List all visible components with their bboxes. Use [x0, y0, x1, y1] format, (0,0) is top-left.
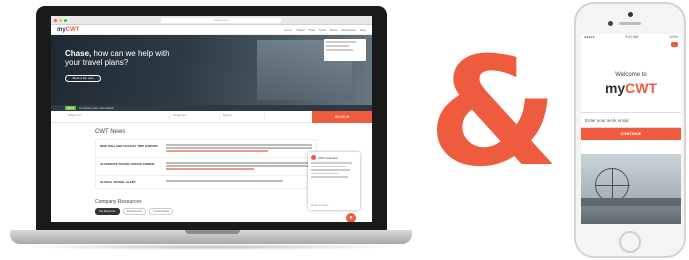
app-logo: myCWT [581, 80, 681, 96]
destination-field[interactable]: Where to? [65, 112, 170, 121]
news-item-body [166, 144, 312, 153]
continue-button[interactable]: CONTINUE [581, 128, 681, 140]
nav-trips[interactable]: Trips [308, 28, 315, 32]
chat-input[interactable]: Write a reply... [311, 203, 330, 207]
nav-help[interactable]: Help [360, 28, 366, 32]
chat-header: CWT Assistant [311, 155, 357, 160]
laptop-screen: mycwt.com myCWT Home Travel Trips Tools … [51, 16, 372, 222]
search-button[interactable]: SEARCH [312, 110, 372, 123]
return-date-field[interactable]: Return [220, 112, 265, 121]
brand-logo[interactable]: myCWT [57, 27, 79, 33]
news-item-body [166, 162, 312, 171]
proximity-sensor [608, 21, 613, 26]
ferris-wheel-icon [595, 168, 630, 203]
news-item-body [166, 180, 312, 184]
nav-travel[interactable]: Travel [296, 28, 304, 32]
tab-all-resources[interactable]: All Resources [122, 208, 147, 215]
book-trip-button[interactable]: Book a trip now [65, 75, 101, 82]
ampersand-graphic: & [428, 26, 559, 200]
departure-date-field[interactable]: Departure [170, 112, 220, 121]
chat-bubble-icon[interactable] [671, 42, 678, 47]
status-bar: ●●●●● 9:41 AM 100% [581, 34, 681, 40]
hero-title: Chase, how can we help with your travel … [65, 49, 175, 67]
hero-title-name: Chase, [65, 49, 92, 58]
address-bar[interactable]: mycwt.com [160, 17, 281, 23]
chat-agent-name: CWT Assistant [318, 155, 338, 160]
carrier-signal: ●●●●● [584, 35, 595, 39]
chat-widget[interactable]: CWT Assistant Write a reply... [308, 152, 360, 210]
laptop-shadow [18, 244, 404, 250]
maximize-dot-icon[interactable] [64, 18, 67, 22]
brand-suffix: CWT [625, 80, 658, 96]
news-item[interactable]: NEW HOLLAND HOLIDAY TRIP EUROPE [96, 140, 316, 158]
home-button[interactable] [619, 231, 641, 253]
browser-chrome: mycwt.com [51, 16, 372, 25]
hero-banner: Chase, how can we help with your travel … [51, 35, 372, 105]
tab-top-resources[interactable]: Top Resources [95, 208, 120, 215]
status-time: 9:41 AM [625, 35, 639, 39]
welcome-text: Welcome to [615, 72, 647, 78]
marketing-composite: mycwt.com myCWT Home Travel Trips Tools … [0, 0, 689, 260]
news-item-title: GLOBAL TRAVEL ALERT [100, 180, 136, 184]
news-item[interactable]: GLOBAL TRAVEL ALERT [96, 176, 316, 188]
alert-text: Company alert information [79, 106, 115, 110]
agent-avatar [311, 155, 316, 160]
main-nav: Home Travel Trips Tools News Resources H… [284, 28, 366, 32]
nav-home[interactable]: Home [284, 28, 292, 32]
brand-suffix: CWT [65, 26, 80, 33]
news-list: NEW HOLLAND HOLIDAY TRIP EUROPE ALTERNAT… [95, 139, 317, 189]
news-item[interactable]: ALTERNATE TRAVEL OFFICE FINDER [96, 158, 316, 176]
nav-tools[interactable]: Tools [319, 28, 326, 32]
minimize-dot-icon[interactable] [59, 18, 62, 22]
news-section-title: CWT News [95, 129, 126, 135]
earpiece-speaker [619, 22, 641, 25]
london-eye-image [581, 154, 681, 224]
nav-news[interactable]: News [330, 28, 338, 32]
brand-prefix: my [57, 26, 66, 33]
app-header: myCWT Home Travel Trips Tools News Resou… [51, 25, 372, 35]
hero-info-card[interactable] [324, 39, 366, 61]
work-email-input[interactable]: Enter your work email [581, 112, 681, 128]
close-dot-icon[interactable] [54, 18, 57, 22]
skyline [581, 198, 681, 206]
news-item-title: NEW HOLLAND HOLIDAY TRIP EUROPE [100, 144, 158, 148]
trip-search-bar: Where to? Departure Return SEARCH [51, 110, 372, 123]
battery-level: 100% [669, 35, 678, 39]
brand-prefix: my [604, 80, 626, 96]
river [581, 206, 681, 224]
nav-resources[interactable]: Resources [341, 28, 355, 32]
phone-screen: ●●●●● 9:41 AM 100% Welcome to myCWT Ente… [581, 34, 681, 224]
laptop-notch [185, 230, 240, 234]
alert-tag: NEW [65, 106, 76, 110]
tab-travel-policies[interactable]: Travel Policies [149, 208, 174, 215]
news-item-title: ALTERNATE TRAVEL OFFICE FINDER [100, 162, 155, 166]
chat-icon[interactable]: ● [346, 213, 356, 222]
front-camera [628, 12, 633, 17]
phone-frame: ●●●●● 9:41 AM 100% Welcome to myCWT Ente… [574, 2, 686, 258]
